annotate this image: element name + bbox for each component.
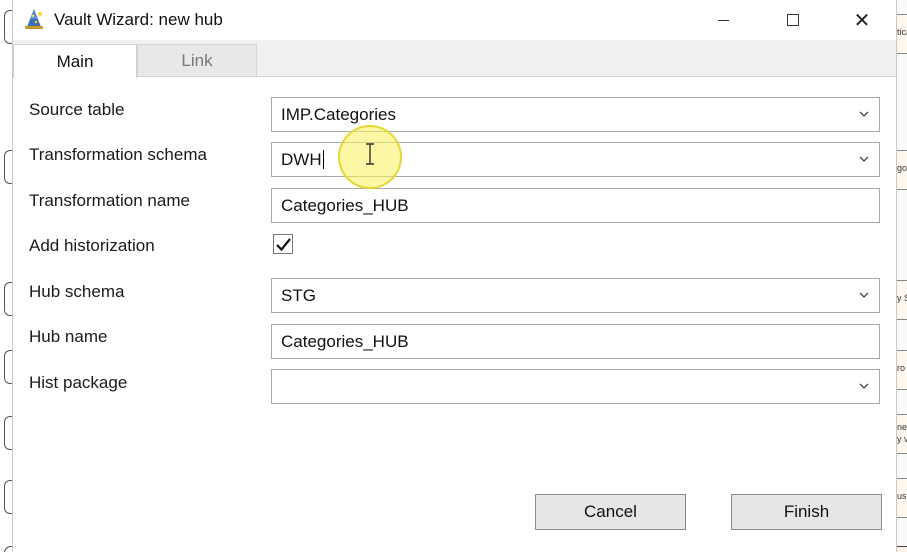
hub-schema-combo[interactable]: STG: [271, 278, 880, 313]
minimize-button[interactable]: [700, 0, 746, 40]
transformation-name-value: Categories_HUB: [281, 195, 409, 215]
background-shape: [4, 282, 12, 316]
close-icon: ✕: [853, 9, 871, 32]
background-shape: [4, 350, 12, 384]
wizard-hat-icon: [25, 9, 43, 29]
window-title: Vault Wizard: new hub: [54, 10, 223, 29]
chevron-down-icon: [859, 292, 869, 298]
vault-wizard-dialog: Vault Wizard: new hub ✕ Main Link Source…: [12, 0, 897, 552]
transformation-name-label: Transformation name: [29, 191, 190, 210]
title-bar[interactable]: Vault Wizard: new hub ✕: [13, 0, 896, 40]
add-historization-checkbox[interactable]: [273, 234, 293, 254]
hub-schema-label: Hub schema: [29, 282, 125, 301]
chevron-down-icon: [859, 383, 869, 389]
hub-name-label: Hub name: [29, 327, 108, 346]
minimize-icon: [717, 19, 729, 21]
hist-package-combo[interactable]: [271, 369, 880, 404]
tab-link[interactable]: Link: [137, 44, 257, 77]
background-shape: [4, 150, 12, 184]
background-left-edge: [0, 0, 12, 552]
transformation-schema-label: Transformation schema: [29, 145, 207, 164]
maximize-icon: [787, 14, 799, 26]
background-shape: [4, 416, 12, 450]
hub-schema-value: STG: [281, 285, 316, 305]
background-shape: [4, 480, 12, 514]
add-historization-label: Add historization: [29, 236, 155, 255]
hub-name-input[interactable]: Categories_HUB: [271, 324, 880, 359]
chevron-down-icon: [859, 111, 869, 117]
main-tab-panel: Source table IMP.Categories Transformati…: [13, 76, 896, 552]
hub-name-value: Categories_HUB: [281, 331, 409, 351]
source-table-label: Source table: [29, 100, 125, 119]
cancel-button[interactable]: Cancel: [535, 494, 686, 530]
chevron-down-icon: [859, 156, 869, 162]
transformation-name-input[interactable]: Categories_HUB: [271, 188, 880, 223]
background-shape: [4, 10, 12, 44]
tab-main[interactable]: Main: [13, 44, 137, 78]
finish-button[interactable]: Finish: [731, 494, 882, 530]
close-button[interactable]: ✕: [839, 0, 885, 40]
text-cursor-icon: [366, 143, 374, 165]
maximize-button[interactable]: [770, 0, 816, 40]
text-caret: [322, 150, 324, 169]
transformation-schema-value: DWH: [281, 149, 322, 169]
source-table-value: IMP.Categories: [281, 104, 396, 124]
hist-package-label: Hist package: [29, 373, 128, 392]
checkmark-icon: [276, 238, 291, 252]
